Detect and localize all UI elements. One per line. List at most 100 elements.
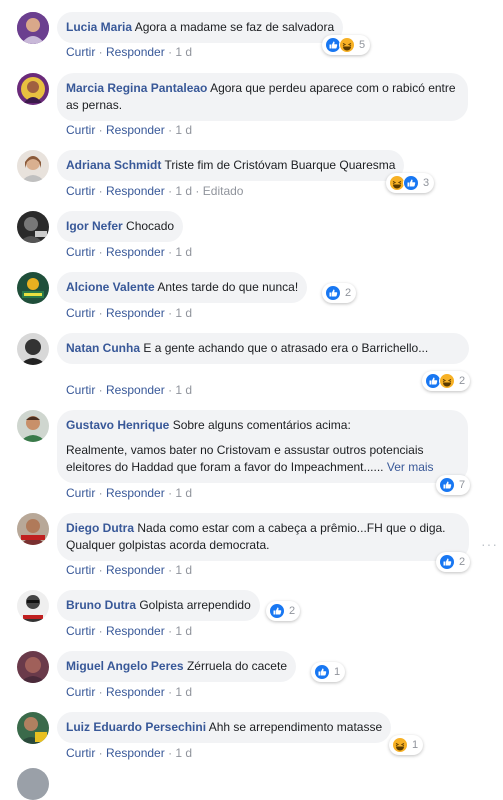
haha-reaction-icon bbox=[392, 737, 408, 753]
reply-link[interactable]: Responder bbox=[106, 123, 165, 137]
edited-label[interactable]: Editado bbox=[203, 184, 244, 198]
comment-bubble: Lucia Maria Agora a madame se faz de sal… bbox=[57, 12, 344, 43]
comment-actions: Curtir · Responder · 1 d bbox=[66, 45, 193, 59]
avatar[interactable] bbox=[17, 150, 49, 182]
comment-time[interactable]: 1 d bbox=[175, 306, 192, 320]
reaction-count: 5 bbox=[359, 39, 366, 51]
comment-options-icon[interactable]: ··· bbox=[481, 536, 498, 552]
comment-bubble: Alcione Valente Antes tarde do que nunca… bbox=[57, 272, 308, 303]
like-link[interactable]: Curtir bbox=[66, 45, 95, 59]
comment-text-continued: Realmente, vamos bater no Cristovam e as… bbox=[66, 443, 424, 474]
reactions-summary[interactable]: 2 bbox=[422, 371, 471, 391]
comment-author[interactable]: Bruno Dutra bbox=[66, 598, 136, 612]
comment-bubble: Miguel Angelo Peres Zérruela do cacete bbox=[57, 651, 296, 682]
reply-link[interactable]: Responder bbox=[106, 746, 165, 760]
comment-time[interactable]: 1 d bbox=[175, 123, 192, 137]
avatar[interactable] bbox=[17, 272, 49, 304]
see-more-link[interactable]: Ver mais bbox=[387, 460, 434, 474]
reply-link[interactable]: Responder bbox=[106, 184, 165, 198]
comment-bubble: Marcia Regina Pantaleao Agora que perdeu… bbox=[57, 73, 468, 121]
avatar[interactable] bbox=[17, 590, 49, 622]
avatar[interactable] bbox=[17, 211, 49, 243]
like-link[interactable]: Curtir bbox=[66, 123, 95, 137]
reaction-count: 3 bbox=[423, 177, 430, 189]
reply-link[interactable]: Responder bbox=[106, 245, 165, 259]
comment-author[interactable]: Miguel Angelo Peres bbox=[66, 659, 184, 673]
like-link[interactable]: Curtir bbox=[66, 306, 95, 320]
avatar[interactable] bbox=[17, 12, 49, 44]
reactions-summary[interactable]: 2 bbox=[322, 283, 357, 303]
comment-bubble: Natan Cunha E a gente achando que o atra… bbox=[57, 333, 469, 364]
reactions-summary[interactable]: 5 bbox=[322, 35, 371, 55]
reply-link[interactable]: Responder bbox=[106, 563, 165, 577]
comment-text: E a gente achando que o atrasado era o B… bbox=[143, 341, 429, 355]
avatar[interactable] bbox=[17, 410, 49, 442]
comment-time[interactable]: 1 d bbox=[175, 184, 192, 198]
like-link[interactable]: Curtir bbox=[66, 624, 95, 638]
comment-author[interactable]: Adriana Schmidt bbox=[66, 158, 161, 172]
comment-time[interactable]: 1 d bbox=[175, 563, 192, 577]
like-reaction-icon bbox=[325, 285, 341, 301]
comment-time[interactable]: 1 d bbox=[175, 486, 192, 500]
reply-link[interactable]: Responder bbox=[106, 685, 165, 699]
reply-link[interactable]: Responder bbox=[106, 624, 165, 638]
reply-link[interactable]: Responder bbox=[106, 383, 165, 397]
reaction-count: 2 bbox=[289, 605, 296, 617]
reactions-summary[interactable]: 1 bbox=[389, 735, 424, 755]
reactions-summary[interactable]: 2 bbox=[436, 552, 471, 572]
comment-author[interactable]: Gustavo Henrique bbox=[66, 418, 169, 432]
comment-time[interactable]: 1 d bbox=[175, 746, 192, 760]
like-reaction-icon bbox=[269, 603, 285, 619]
avatar[interactable] bbox=[17, 513, 49, 545]
reactions-summary[interactable]: 3 bbox=[386, 173, 435, 193]
reaction-count: 2 bbox=[345, 287, 352, 299]
comment-time[interactable]: 1 d bbox=[175, 624, 192, 638]
comment-author[interactable]: Luiz Eduardo Persechini bbox=[66, 720, 206, 734]
reactions-summary[interactable]: 1 bbox=[311, 662, 346, 682]
like-reaction-icon bbox=[439, 554, 455, 570]
comment-text: Zérruela do cacete bbox=[186, 659, 287, 673]
comment-time[interactable]: 1 d bbox=[175, 245, 192, 259]
comment-author[interactable]: Marcia Regina Pantaleao bbox=[66, 81, 207, 95]
comment-actions: Curtir · Responder · 1 d bbox=[66, 685, 193, 699]
comment-text: Chocado bbox=[126, 219, 175, 233]
comment-text: Sobre alguns comentários acima: bbox=[172, 418, 351, 432]
comment-actions: Curtir · Responder · 1 d bbox=[66, 624, 193, 638]
comment-author[interactable]: Igor Nefer bbox=[66, 219, 123, 233]
comment-actions: Curtir · Responder · 1 d bbox=[66, 746, 193, 760]
reply-link[interactable]: Responder bbox=[106, 486, 165, 500]
comment-text: Agora a madame se faz de salvadora bbox=[134, 20, 335, 34]
comment-time[interactable]: 1 d bbox=[175, 685, 192, 699]
comment-time[interactable]: 1 d bbox=[175, 45, 192, 59]
comment-bubble: Adriana Schmidt Triste fim de Cristóvam … bbox=[57, 150, 405, 181]
comment-author[interactable]: Alcione Valente bbox=[66, 280, 155, 294]
like-reaction-icon bbox=[314, 664, 330, 680]
comment-actions: Curtir · Responder · 1 d bbox=[66, 306, 193, 320]
reaction-count: 2 bbox=[459, 375, 466, 387]
reactions-summary[interactable]: 7 bbox=[436, 475, 471, 495]
avatar[interactable] bbox=[17, 768, 49, 800]
like-link[interactable]: Curtir bbox=[66, 563, 95, 577]
like-link[interactable]: Curtir bbox=[66, 383, 95, 397]
comment-text: Golpista arrependido bbox=[139, 598, 251, 612]
reactions-summary[interactable]: 2 bbox=[266, 601, 301, 621]
like-link[interactable]: Curtir bbox=[66, 746, 95, 760]
reply-link[interactable]: Responder bbox=[106, 45, 165, 59]
haha-reaction-icon bbox=[439, 373, 455, 389]
comment-time[interactable]: 1 d bbox=[175, 383, 192, 397]
comment-bubble: Igor Nefer Chocado bbox=[57, 211, 184, 242]
like-link[interactable]: Curtir bbox=[66, 245, 95, 259]
comment-actions: Curtir · Responder · 1 d bbox=[66, 123, 193, 137]
comment-author[interactable]: Diego Dutra bbox=[66, 521, 134, 535]
reply-link[interactable]: Responder bbox=[106, 306, 165, 320]
like-reaction-icon bbox=[403, 175, 419, 191]
like-link[interactable]: Curtir bbox=[66, 184, 95, 198]
avatar[interactable] bbox=[17, 651, 49, 683]
avatar[interactable] bbox=[17, 333, 49, 365]
like-link[interactable]: Curtir bbox=[66, 685, 95, 699]
avatar[interactable] bbox=[17, 712, 49, 744]
comment-author[interactable]: Natan Cunha bbox=[66, 341, 140, 355]
like-link[interactable]: Curtir bbox=[66, 486, 95, 500]
comment-author[interactable]: Lucia Maria bbox=[66, 20, 132, 34]
avatar[interactable] bbox=[17, 73, 49, 105]
